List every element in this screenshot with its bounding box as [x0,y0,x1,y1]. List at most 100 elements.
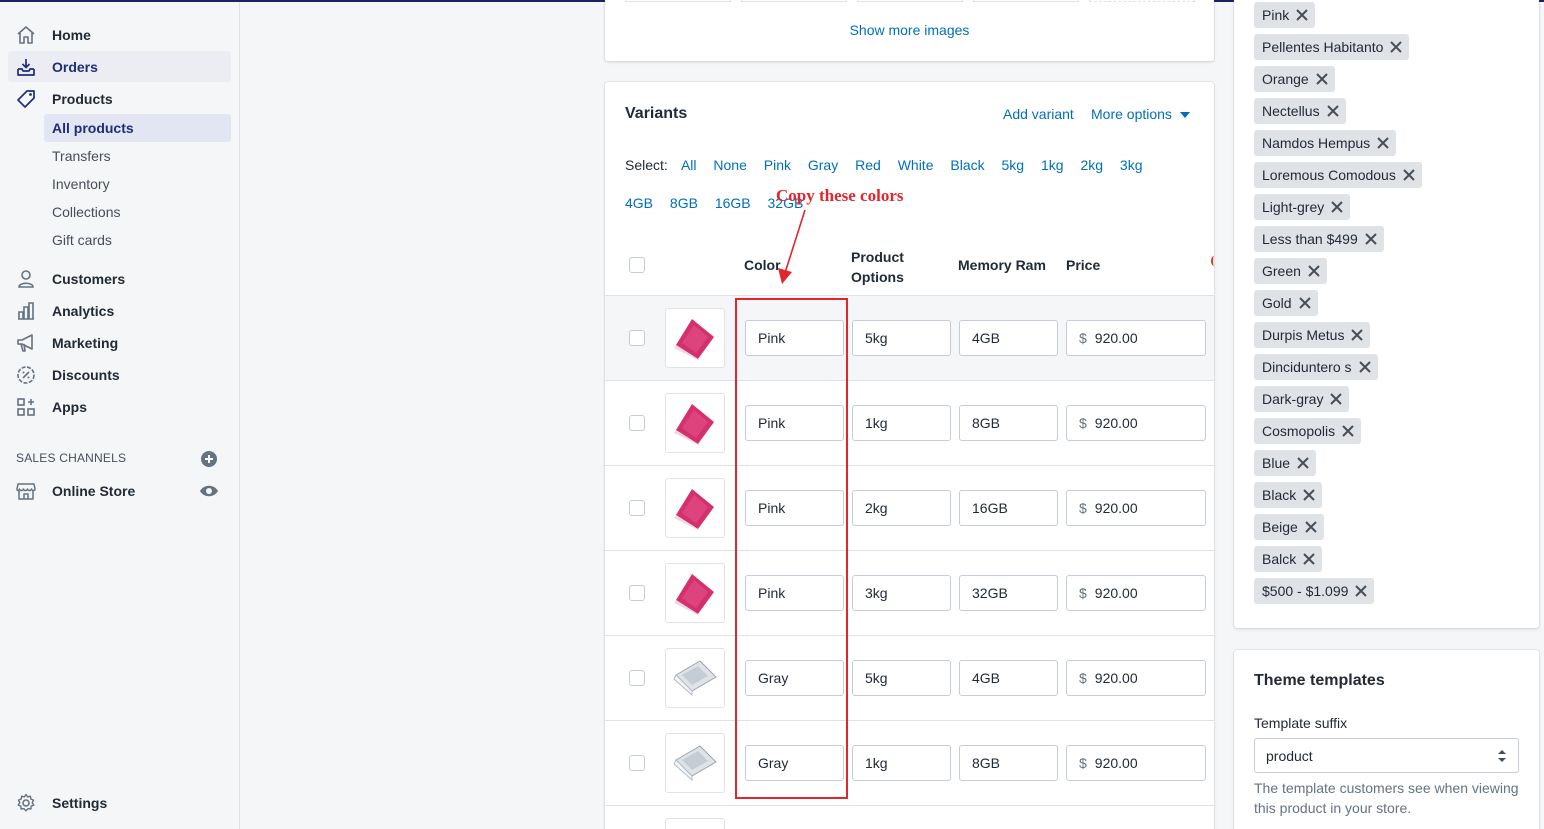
select-16gb[interactable]: 16GB [715,195,751,211]
more-options-dropdown[interactable]: More options [1091,106,1190,122]
remove-tag-icon[interactable] [1309,66,1335,92]
select-2kg[interactable]: 2kg [1080,157,1103,173]
remove-tag-icon[interactable] [1296,546,1322,572]
row-checkbox[interactable] [629,330,645,346]
remove-tag-icon[interactable] [1296,482,1322,508]
remove-tag-icon[interactable] [1335,418,1361,444]
header-product-options-line1: Product [851,249,904,265]
nav-customers[interactable]: Customers [8,263,231,294]
memory-input[interactable]: 4GB [959,660,1058,696]
sub-all-products[interactable]: All products [44,114,231,142]
memory-input[interactable]: 4GB [959,320,1058,356]
select-none[interactable]: None [713,157,746,173]
select-gray[interactable]: Gray [808,157,838,173]
remove-tag-icon[interactable] [1324,194,1350,220]
tag-chip: Dinciduntero s [1254,354,1378,380]
row-checkbox[interactable] [629,670,645,686]
remove-tag-icon[interactable] [1323,386,1349,412]
table-row: Pink 2kg 16GB $920.00 [605,465,1214,550]
option-input[interactable]: 1kg [852,745,951,781]
variant-thumbnail[interactable] [665,563,725,623]
row-checkbox[interactable] [629,500,645,516]
variant-thumbnail[interactable] [665,818,725,829]
nav-products[interactable]: Products [8,83,231,114]
option-input[interactable]: 5kg [852,660,951,696]
nav-marketing[interactable]: Marketing [8,327,231,358]
option-input[interactable]: 3kg [852,575,951,611]
nav-online-store[interactable]: Online Store [8,475,231,506]
select-black[interactable]: Black [950,157,984,173]
option-input[interactable]: 1kg [852,405,951,441]
row-checkbox[interactable] [629,585,645,601]
nav-label: Home [52,26,91,43]
select-4gb[interactable]: 4GB [625,195,653,211]
select-white[interactable]: White [898,157,934,173]
nav-settings[interactable]: Settings [8,787,231,818]
image-thumbnail[interactable] [973,0,1079,2]
select-pink[interactable]: Pink [764,157,791,173]
remove-tag-icon[interactable] [1290,450,1316,476]
remove-tag-icon[interactable] [1396,162,1422,188]
image-thumbnail[interactable] [625,0,731,2]
variant-thumbnail[interactable] [665,393,725,453]
remove-tag-icon[interactable] [1352,354,1378,380]
remove-tag-icon[interactable] [1348,578,1374,604]
select-1kg[interactable]: 1kg [1041,157,1064,173]
sub-gift-cards[interactable]: Gift cards [44,226,231,254]
add-channel-icon[interactable] [200,450,218,468]
remove-tag-icon[interactable] [1298,514,1324,540]
tag-label: Durpis Metus [1262,327,1345,343]
select-red[interactable]: Red [855,157,881,173]
option-input[interactable]: 2kg [852,490,951,526]
memory-input[interactable]: 8GB [959,405,1058,441]
remove-tag-icon[interactable] [1292,290,1318,316]
gear-icon [16,793,36,813]
memory-input[interactable]: 8GB [959,745,1058,781]
sub-transfers[interactable]: Transfers [44,142,231,170]
remove-tag-icon[interactable] [1301,258,1327,284]
caret-down-icon [1179,112,1190,119]
show-more-images-link[interactable]: Show more images [605,22,1214,38]
price-input[interactable]: $920.00 [1066,660,1206,696]
memory-input[interactable]: 16GB [959,490,1058,526]
price-input[interactable]: $920.00 [1066,320,1206,356]
remove-tag-icon[interactable] [1370,130,1396,156]
select-5kg[interactable]: 5kg [1002,157,1025,173]
variant-thumbnail[interactable] [665,648,725,708]
remove-tag-icon[interactable] [1320,98,1346,124]
option-input[interactable]: 5kg [852,320,951,356]
nav-orders[interactable]: Orders [8,51,231,82]
sub-collections[interactable]: Collections [44,198,231,226]
remove-tag-icon[interactable] [1344,322,1370,348]
price-input[interactable]: $920.00 [1066,405,1206,441]
tag-label: $500 - $1.099 [1262,583,1349,599]
nav-analytics[interactable]: Analytics [8,295,231,326]
image-dropzone[interactable] [1089,0,1195,2]
select-3kg[interactable]: 3kg [1120,157,1143,173]
nav-apps[interactable]: Apps [8,391,231,422]
variant-thumbnail[interactable] [665,733,725,793]
select-all-checkbox[interactable] [629,257,645,273]
add-variant-link[interactable]: Add variant [1003,106,1074,122]
nav-home[interactable]: Home [8,19,231,50]
remove-tag-icon[interactable] [1383,34,1409,60]
image-thumbnail[interactable] [857,0,963,2]
eye-icon[interactable] [199,483,219,499]
memory-input[interactable]: 32GB [959,575,1058,611]
variant-thumbnail[interactable] [665,478,725,538]
image-thumbnail[interactable] [741,0,847,2]
price-input[interactable]: $920.00 [1066,745,1206,781]
row-checkbox[interactable] [629,755,645,771]
sub-inventory[interactable]: Inventory [44,170,231,198]
remove-tag-icon[interactable] [1289,2,1315,28]
select-8gb[interactable]: 8GB [670,195,698,211]
variant-thumbnail[interactable] [665,308,725,368]
price-input[interactable]: $920.00 [1066,490,1206,526]
row-checkbox[interactable] [629,415,645,431]
nav-discounts[interactable]: Discounts [8,359,231,390]
remove-tag-icon[interactable] [1358,226,1384,252]
price-input[interactable]: $920.00 [1066,575,1206,611]
tag-chip: Black [1254,482,1323,508]
template-suffix-select[interactable]: product [1254,738,1519,773]
select-all[interactable]: All [681,157,697,173]
